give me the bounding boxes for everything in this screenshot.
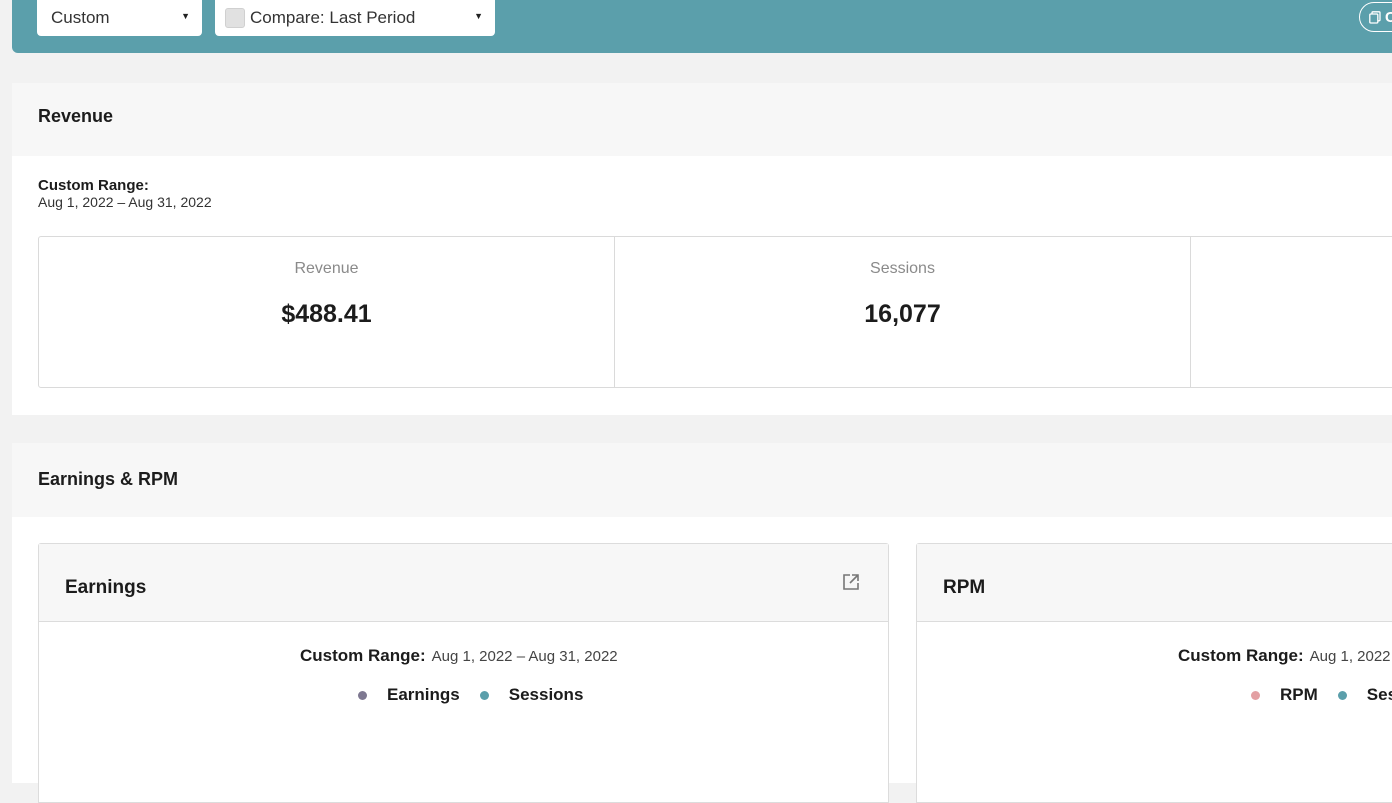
- copy-icon: [1369, 10, 1381, 24]
- copy-button[interactable]: Co: [1359, 2, 1392, 32]
- summary-stats: Revenue $488.41 Sessions 16,077: [38, 236, 1392, 388]
- legend-dot: [1337, 690, 1347, 700]
- rpm-card: RPM Custom Range: Aug 1, 2022 RPM Ses: [916, 543, 1392, 803]
- legend-item-earnings[interactable]: Earnings: [358, 685, 460, 705]
- legend-item-sessions[interactable]: Ses: [1337, 685, 1392, 705]
- card-range-value: Aug 1, 2022: [1309, 648, 1391, 665]
- compare-select-value: Compare: Last Period: [250, 8, 416, 27]
- revenue-range-label: Custom Range:: [38, 177, 149, 194]
- stat-value: 16,077: [864, 300, 941, 328]
- filter-toolbar: Custom ▼ Compare: Last Period ▼ Co: [12, 0, 1392, 53]
- earnings-card-header: Earnings: [39, 544, 888, 622]
- earnings-section-header: Earnings & RPM: [12, 443, 1392, 517]
- period-select-value: Custom: [51, 8, 110, 27]
- stat-sessions: Sessions 16,077: [614, 237, 1190, 387]
- earnings-chart-legend: Earnings Sessions: [358, 685, 603, 705]
- stat-label: Revenue: [294, 260, 359, 277]
- earnings-section-title: Earnings & RPM: [38, 469, 179, 489]
- caret-down-icon: ▼: [181, 11, 190, 21]
- earnings-card: Earnings Custom Range: Aug 1, 2022 – Aug …: [38, 543, 889, 803]
- legend-dot: [358, 690, 367, 700]
- revenue-range-value: Aug 1, 2022 – Aug 31, 2022: [38, 194, 212, 210]
- rpm-chart-legend: RPM Ses: [1251, 685, 1392, 705]
- card-range-label: Custom Range:: [1178, 646, 1304, 665]
- open-external-icon[interactable]: [842, 573, 860, 591]
- stat-revenue: Revenue $488.41: [39, 237, 614, 387]
- copy-button-label: Co: [1385, 8, 1392, 26]
- stat-cell-empty: [1190, 237, 1392, 387]
- legend-item-sessions[interactable]: Sessions: [479, 685, 584, 705]
- compare-select[interactable]: Compare: Last Period ▼: [215, 0, 495, 36]
- card-range-value: Aug 1, 2022 – Aug 31, 2022: [431, 648, 618, 665]
- earnings-rpm-section: Earnings & RPM Earnings Custom Range: Aug…: [12, 443, 1392, 803]
- revenue-section: Revenue Custom Range: Aug 1, 2022 – Aug …: [12, 83, 1392, 415]
- rpm-card-header: RPM: [917, 544, 1392, 622]
- earnings-card-range: Custom Range: Aug 1, 2022 – Aug 31, 2022: [300, 646, 618, 666]
- revenue-section-header: Revenue: [12, 83, 1392, 156]
- caret-down-icon: ▼: [474, 11, 483, 21]
- revenue-section-title: Revenue: [38, 106, 114, 126]
- legend-item-rpm[interactable]: RPM: [1251, 685, 1318, 705]
- legend-label: Ses: [1366, 685, 1392, 704]
- stat-label: Sessions: [870, 260, 935, 277]
- card-range-label: Custom Range:: [300, 646, 426, 665]
- compare-checkbox[interactable]: [225, 8, 245, 28]
- legend-label: RPM: [1280, 685, 1318, 704]
- rpm-card-title: RPM: [943, 577, 986, 598]
- legend-label: Earnings: [387, 685, 460, 704]
- legend-dot: [479, 690, 489, 700]
- legend-label: Sessions: [508, 685, 584, 704]
- legend-dot: [1251, 690, 1260, 700]
- stat-value: $488.41: [281, 300, 372, 328]
- period-select[interactable]: Custom ▼: [37, 0, 202, 36]
- earnings-card-title: Earnings: [65, 577, 147, 598]
- rpm-card-range: Custom Range: Aug 1, 2022: [1178, 646, 1391, 666]
